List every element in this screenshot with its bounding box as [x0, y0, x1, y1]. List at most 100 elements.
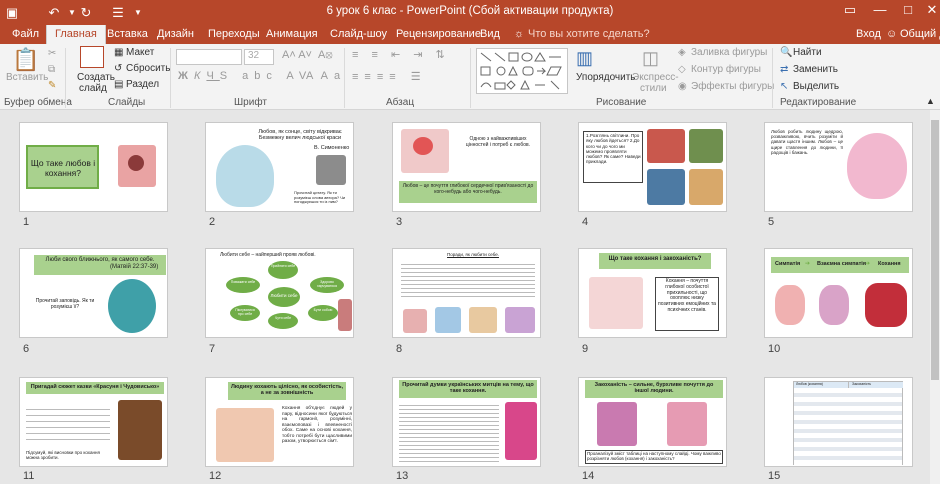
- comparison-table: [794, 388, 902, 465]
- slide-sorter: Що таке любов і кохання? 1 Любов, як сон…: [0, 110, 940, 484]
- girl-illustration: [775, 285, 805, 325]
- new-slide-icon[interactable]: [80, 46, 104, 68]
- heart-illustration: [216, 145, 274, 207]
- shape-fill-icon: ◈: [678, 47, 686, 58]
- signin-link[interactable]: Вход: [856, 28, 881, 44]
- window-title: 6 урок 6 клас - PowerPoint (Сбой активац…: [326, 5, 614, 17]
- new-slide-label2: слайд: [79, 83, 107, 94]
- slide-number: 9: [582, 343, 589, 355]
- title-bar: ▣ ↶ ▼ ↻ ☰ ▼ 6 урок 6 клас - PowerPoint (…: [0, 0, 940, 25]
- paste-icon[interactable]: 📋: [12, 47, 39, 73]
- slide-number: 2: [209, 216, 216, 228]
- share-button[interactable]: Общий д: [900, 28, 940, 44]
- slide-thumbnail[interactable]: Любов (кохання) Закоханість: [764, 377, 913, 467]
- kids-illustration: [819, 285, 849, 325]
- slide-number: 14: [582, 470, 595, 482]
- couple-illustration: [216, 408, 274, 462]
- tab-slideshow[interactable]: Слайд-шоу: [330, 28, 387, 44]
- copy-icon[interactable]: ⧉: [48, 64, 55, 75]
- nature-photo: [647, 169, 685, 205]
- slide-number: 12: [209, 470, 222, 482]
- arrow-right-icon: ➔: [805, 261, 811, 267]
- quick-styles-icon: ◫: [642, 48, 660, 68]
- slide-thumbnail[interactable]: Любити себе – найперший прояв любові. Лю…: [205, 248, 354, 338]
- align-icons[interactable]: ≡≡≡≡ ☰: [352, 70, 427, 83]
- slide-thumbnail[interactable]: Одною з найважливіших цінностей і потреб…: [392, 122, 541, 212]
- slide-number: 6: [23, 343, 30, 355]
- arrange-button[interactable]: Упорядочить: [576, 72, 636, 83]
- tab-insert[interactable]: Вставка: [107, 28, 148, 44]
- paste-button[interactable]: Вставить: [6, 72, 48, 83]
- font-size-input[interactable]: 32: [244, 49, 274, 65]
- collapse-ribbon-icon[interactable]: ▲: [926, 96, 935, 106]
- tab-home[interactable]: Главная: [46, 25, 106, 44]
- friends-photo: [689, 169, 723, 205]
- heart-hands-illustration: [847, 133, 907, 199]
- cut-icon[interactable]: ✂: [48, 48, 56, 59]
- shape-fill-button[interactable]: Заливка фигуры: [691, 47, 767, 58]
- slide-number: 4: [582, 216, 589, 228]
- slide-thumbnail[interactable]: Любов, як сонце, світу відкриває Безмежн…: [205, 122, 354, 212]
- font-group-label: Шрифт: [234, 97, 267, 108]
- heart-decoration: [128, 155, 144, 171]
- minimize-icon[interactable]: —: [868, 2, 892, 17]
- new-slide-button[interactable]: Создать: [77, 72, 115, 83]
- slide-thumbnail[interactable]: 1.Розглянь світлини. Про яку любов йдеть…: [578, 122, 727, 212]
- font-style-icons[interactable]: ЖКЧS abc AV Aa: [178, 70, 346, 82]
- slide-number: 8: [396, 343, 403, 355]
- ribbon-options-icon[interactable]: ▭: [838, 2, 862, 18]
- couple-illustration: [667, 402, 707, 446]
- heart-icon: [413, 137, 433, 155]
- slide-thumbnail[interactable]: Що таке любов і кохання?: [19, 122, 168, 212]
- slide-thumbnail[interactable]: Люби свого ближнього, як самого себе. (М…: [19, 248, 168, 338]
- pet-photo: [689, 129, 723, 163]
- font-color-icon[interactable]: A: [306, 70, 313, 82]
- select-button[interactable]: Выделить: [793, 81, 839, 92]
- tab-transitions[interactable]: Переходы: [208, 28, 260, 44]
- slide-thumbnail[interactable]: Симпатія ➔ Взаємна симпатія ➔ Кохання: [764, 248, 913, 338]
- quick-styles-button[interactable]: Экспресс-: [632, 72, 679, 83]
- slide-thumbnail[interactable]: Людину кохають цілісно, як особистість, …: [205, 377, 354, 467]
- tips-text: [401, 261, 535, 299]
- paragraph-group-label: Абзац: [386, 97, 415, 108]
- scrollbar-thumb[interactable]: [931, 120, 939, 380]
- close-icon[interactable]: ✕: [920, 2, 940, 18]
- tab-animation[interactable]: Анимация: [266, 28, 318, 44]
- clear-format-icon[interactable]: A⦻: [318, 49, 333, 62]
- shape-effects-button[interactable]: Эффекты фигуры: [691, 81, 774, 92]
- find-button[interactable]: Найти: [793, 47, 822, 58]
- portrait-photo: [316, 155, 346, 185]
- list-icons[interactable]: ≡ ≡ ⇤ ⇥ ⇅: [352, 48, 450, 61]
- reset-button[interactable]: Сбросить: [126, 63, 170, 74]
- font-grow-icon[interactable]: A˄ A˅: [282, 49, 312, 61]
- tab-design[interactable]: Дизайн: [157, 28, 194, 44]
- lightbulb-icon: ☼: [514, 28, 525, 40]
- restore-icon[interactable]: □: [896, 2, 920, 17]
- tab-file[interactable]: Файл: [12, 28, 39, 44]
- slide-thumbnail[interactable]: Любов робить людину щедрою, розважливою,…: [764, 122, 913, 212]
- section-button[interactable]: Раздел: [126, 79, 159, 90]
- slide-thumbnail[interactable]: Закоханість – сильне, бурхливе почуття д…: [578, 377, 727, 467]
- hug-illustration: [108, 279, 156, 333]
- slide-number: 5: [768, 216, 775, 228]
- shape-effects-icon: ◉: [678, 81, 687, 92]
- slide-thumbnail[interactable]: Що таке кохання і закоханість? Кохання –…: [578, 248, 727, 338]
- slide-thumbnail[interactable]: Поради, як любити себе.: [392, 248, 541, 338]
- format-painter-icon[interactable]: ✎: [48, 80, 56, 91]
- slides-group-label: Слайды: [108, 97, 146, 108]
- shape-outline-button[interactable]: Контур фигуры: [691, 64, 761, 75]
- tab-review[interactable]: Рецензирование: [396, 28, 481, 44]
- beauty-beast-image: [118, 400, 162, 460]
- ribbon: 📋 Вставить ✂ ⧉ ✎ Буфер обмена Создать сл…: [0, 44, 940, 110]
- tell-me-input[interactable]: Что вы хотите сделать?: [528, 28, 650, 44]
- shapes-gallery[interactable]: [476, 48, 568, 94]
- user-icon: ☺: [886, 28, 898, 40]
- slide-number: 10: [768, 343, 781, 355]
- slide-number: 1: [23, 216, 30, 228]
- tab-view[interactable]: Вид: [480, 28, 500, 44]
- slide-thumbnail[interactable]: Пригадай сюжет казки «Красуня і Чудовись…: [19, 377, 168, 467]
- layout-button[interactable]: Макет: [126, 47, 154, 58]
- slide-thumbnail[interactable]: Прочитай думки українських митців на тем…: [392, 377, 541, 467]
- font-name-input[interactable]: [176, 49, 242, 65]
- replace-button[interactable]: Заменить: [793, 64, 838, 75]
